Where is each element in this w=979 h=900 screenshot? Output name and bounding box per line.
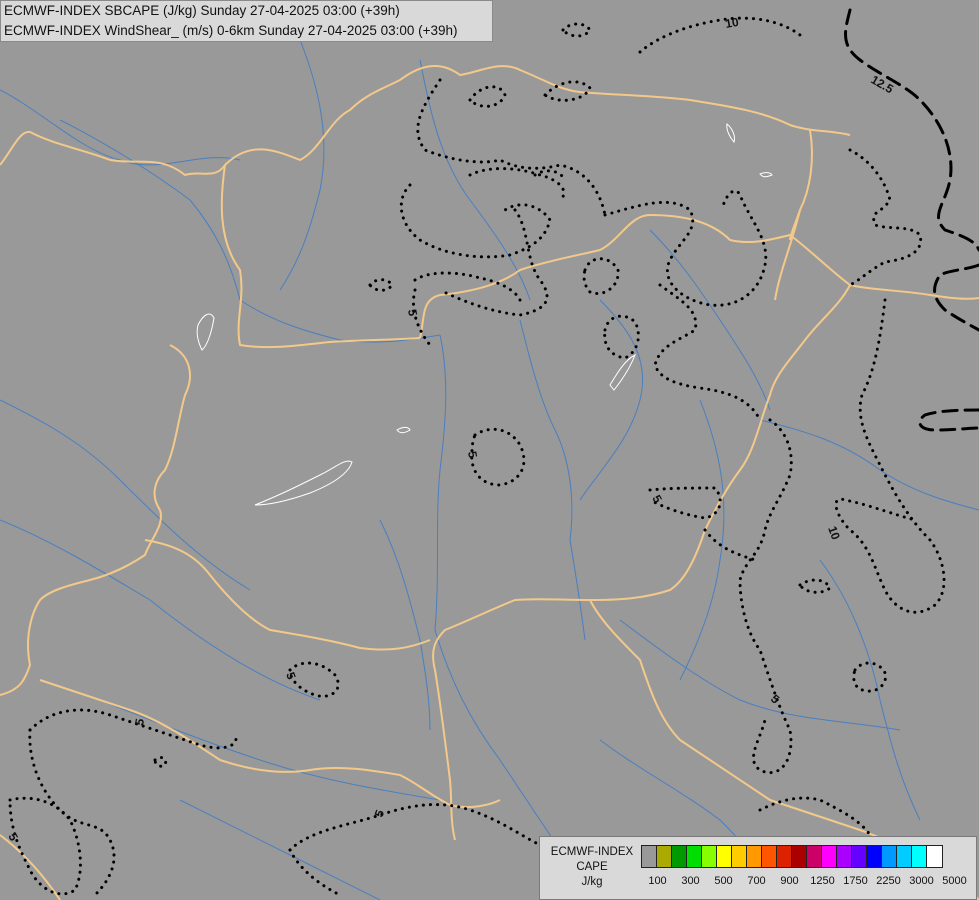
map-title-box: ECMWF-INDEX SBCAPE (J/kg) Sunday 27-04-2… <box>0 0 493 42</box>
legend-source: ECMWF-INDEX <box>550 846 634 858</box>
legend-swatch <box>702 846 717 867</box>
legend-swatch <box>792 846 807 867</box>
weather-map: 10 12.5 5 5 5 10 5 5 5 5 5 <box>0 0 979 900</box>
legend-swatch <box>762 846 777 867</box>
legend-swatch <box>822 846 837 867</box>
legend-tick-label: 5000 <box>942 875 967 887</box>
legend-tick-label: 300 <box>681 875 700 887</box>
legend-color-scale <box>641 845 943 868</box>
legend-tick-label: 700 <box>747 875 766 887</box>
legend-swatch <box>687 846 702 867</box>
legend-tick-label: 1250 <box>810 875 835 887</box>
legend-tick-label: 3000 <box>909 875 934 887</box>
legend-swatch <box>852 846 867 867</box>
legend-swatch <box>732 846 747 867</box>
legend-tick-label: 900 <box>780 875 799 887</box>
legend-swatch <box>897 846 912 867</box>
legend-swatch <box>882 846 897 867</box>
legend-swatch <box>927 846 942 867</box>
legend-tick-labels: 100 300 500 700 900 1250 1750 2250 3000 5000 <box>641 875 971 889</box>
legend-swatch <box>867 846 882 867</box>
map-background <box>0 0 979 900</box>
legend-swatch <box>642 846 657 867</box>
legend-variable: CAPE <box>576 861 608 873</box>
contour-label: 10 <box>724 15 740 31</box>
legend-tick-label: 2250 <box>876 875 901 887</box>
legend-swatch <box>747 846 762 867</box>
legend-swatch <box>657 846 672 867</box>
legend-tick-label: 100 <box>648 875 667 887</box>
legend-swatch <box>672 846 687 867</box>
legend-swatch <box>777 846 792 867</box>
title-line-cape: ECMWF-INDEX SBCAPE (J/kg) Sunday 27-04-2… <box>4 3 400 18</box>
title-line-windshear: ECMWF-INDEX WindShear_ (m/s) 0-6km Sunda… <box>4 23 458 38</box>
legend-swatch <box>807 846 822 867</box>
cape-legend: ECMWF-INDEX CAPE J/kg 100 300 500 700 900 125… <box>539 836 977 900</box>
legend-tick-label: 500 <box>714 875 733 887</box>
legend-unit: J/kg <box>581 876 603 888</box>
legend-swatch <box>717 846 732 867</box>
legend-tick-label: 1750 <box>843 875 868 887</box>
legend-swatch <box>837 846 852 867</box>
legend-label: ECMWF-INDEX CAPE J/kg <box>546 845 638 890</box>
legend-swatch <box>912 846 927 867</box>
